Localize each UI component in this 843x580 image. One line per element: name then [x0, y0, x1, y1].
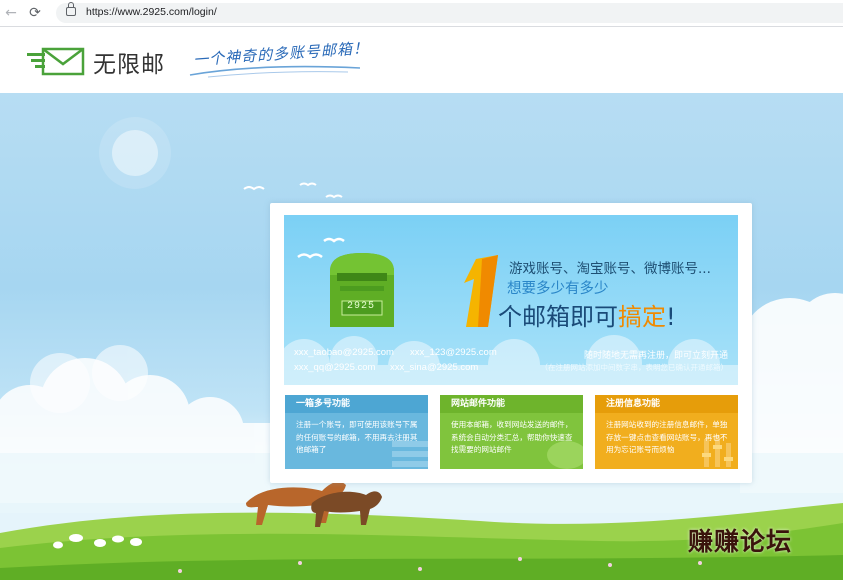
browser-toolbar: ← ⟳ https://www.2925.com/login/ [0, 0, 843, 27]
headline-suffix: ! [666, 303, 676, 331]
banner-note: 随时随地无需再注册，即可立刻开通 [583, 351, 728, 361]
lock-icon [66, 2, 76, 16]
site-header: 无限邮 一个神奇的多账号邮箱！ [0, 27, 843, 93]
login-scene: 2925 1 游戏账号、淘宝账号、微博账号... 想要多少有多少 个邮箱即可搞定… [0, 93, 843, 580]
address-bar[interactable]: https://www.2925.com/login/ [56, 2, 843, 23]
headline-prefix: 个邮箱即可 [498, 303, 618, 331]
number-one-graphic [464, 255, 498, 327]
back-button[interactable]: ← [2, 4, 20, 22]
reload-icon: ⟳ [29, 5, 41, 21]
feature-registration-info[interactable]: 注册信息功能 注册网站收到的注册信息邮件，单独存放一键点击查看网站账号，再也不用… [595, 395, 738, 469]
mailbox-number: 2925 [347, 301, 376, 312]
feature-title: 网站邮件功能 [440, 395, 583, 413]
arrow-left-icon: ← [5, 5, 17, 21]
feature-multi-account[interactable]: 一箱多号功能 注册一个账号，即可使用该账号下属的任何账号的邮箱，不用再去注册其他… [285, 395, 428, 469]
slogan-swash [189, 65, 361, 78]
example-email: xxx_qq@2925.com [294, 362, 376, 373]
intro-card: 2925 1 游戏账号、淘宝账号、微博账号... 想要多少有多少 个邮箱即可搞定… [270, 203, 752, 483]
url-text: https://www.2925.com/login/ [86, 6, 217, 18]
headline-accounts: 游戏账号、淘宝账号、微博账号... [509, 261, 711, 277]
headline-main: 个邮箱即可搞定! [498, 297, 676, 332]
reload-button[interactable]: ⟳ [26, 4, 44, 22]
forum-watermark: 赚赚论坛 [688, 527, 793, 556]
feature-description: 注册一个账号，即可使用该账号下属的任何账号的邮箱，不用再去注册其他邮箱了 [296, 420, 418, 454]
example-email: xxx_123@2925.com [410, 347, 497, 358]
headline-unlimited: 想要多少有多少 [507, 281, 609, 297]
feature-description: 使用本邮箱，收到网站发送的邮件，系统会自动分类汇总，帮助你快速查找需要的网站邮件 [451, 420, 573, 454]
feature-description: 注册网站收到的注册信息邮件，单独存放一键点击查看网站账号，再也不用为忘记账号而烦… [606, 420, 728, 454]
feature-title: 一箱多号功能 [285, 395, 428, 413]
example-email: xxx_sina@2925.com [390, 362, 479, 373]
example-email: xxx_taobao@2925.com [294, 347, 394, 358]
mailbox-icon [330, 253, 394, 327]
banner-subnote: （在注册网站添加中间数字串，表明您已确认开通邮箱） [540, 363, 729, 372]
feature-site-mail[interactable]: 网站邮件功能 使用本邮箱，收到网站发送的邮件，系统会自动分类汇总，帮助你快速查找… [440, 395, 583, 469]
envelope-logo-icon[interactable] [27, 47, 87, 77]
headline-accent: 搞定 [618, 303, 666, 331]
site-logo-text[interactable]: 无限邮 [93, 45, 165, 79]
promo-banner: 2925 1 游戏账号、淘宝账号、微博账号... 想要多少有多少 个邮箱即可搞定… [284, 215, 738, 385]
feature-title: 注册信息功能 [595, 395, 738, 413]
